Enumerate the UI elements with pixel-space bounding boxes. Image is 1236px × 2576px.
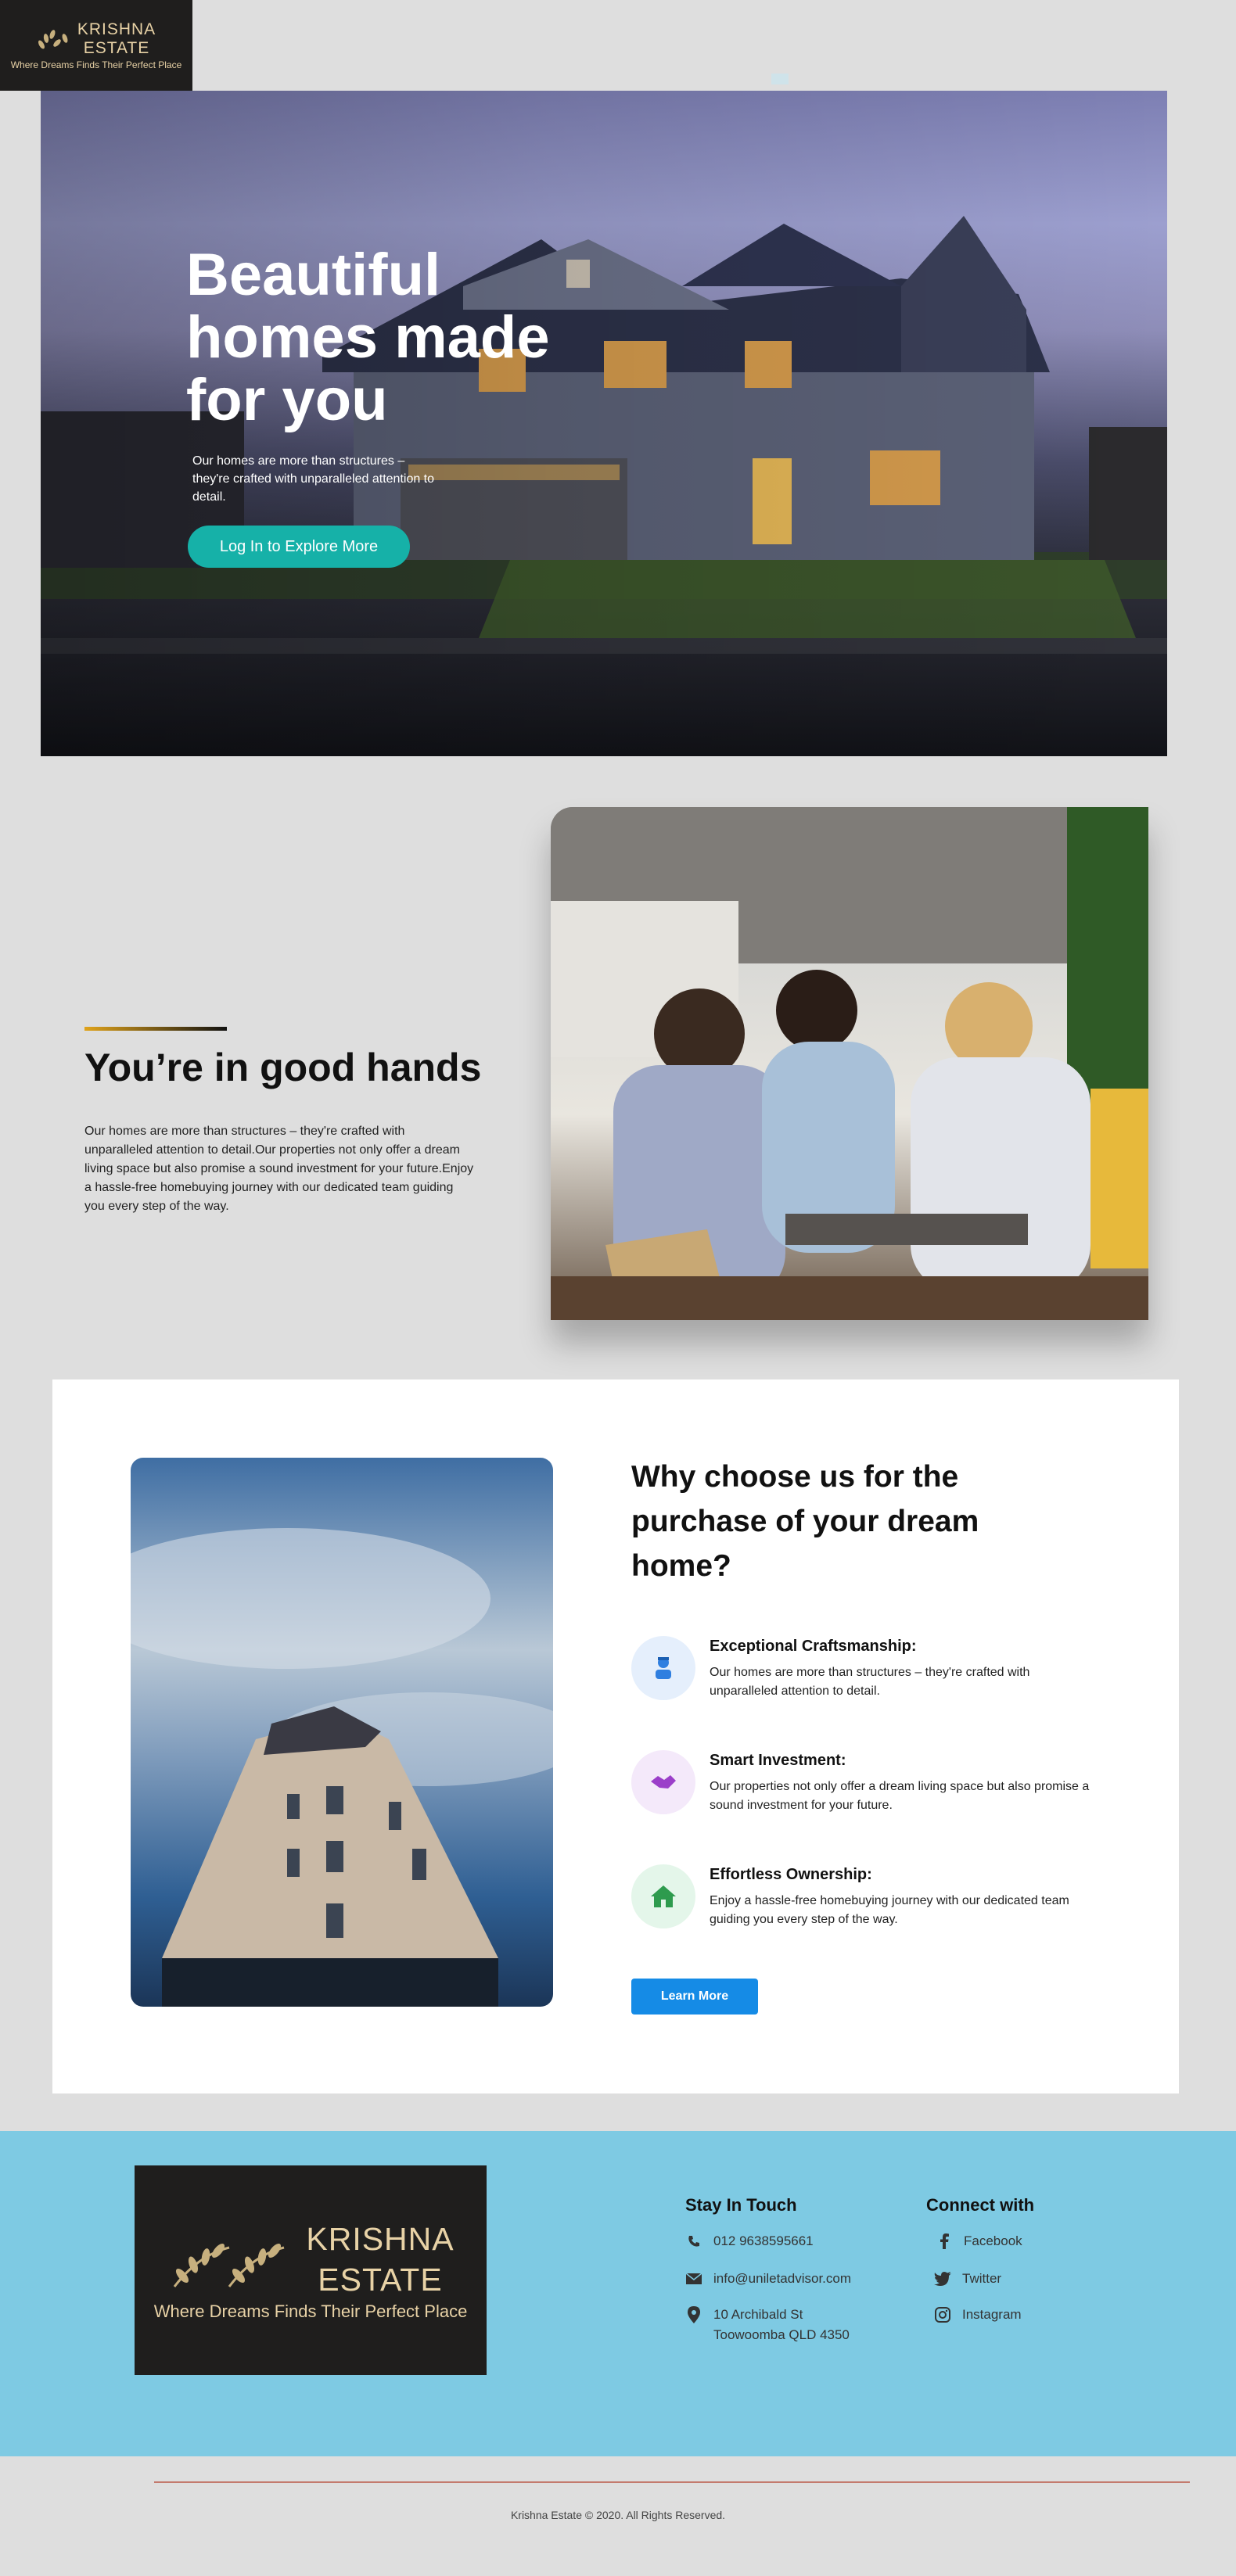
handshake-icon bbox=[631, 1750, 695, 1814]
phone-icon bbox=[685, 2231, 702, 2251]
feature-investment: Smart Investment: Our properties not onl… bbox=[631, 1750, 1101, 1815]
location-pin-icon bbox=[685, 2305, 702, 2325]
laurel-icon bbox=[38, 30, 68, 49]
footer-divider bbox=[154, 2481, 1190, 2483]
brand-name-line2: ESTATE bbox=[83, 39, 150, 57]
feature-title: Effortless Ownership: bbox=[710, 1866, 872, 1883]
facebook-link[interactable]: Facebook bbox=[964, 2231, 1022, 2251]
twitter-icon bbox=[934, 2269, 951, 2289]
brand-name-line1: KRISHNA bbox=[306, 2221, 455, 2257]
laurel-icon bbox=[174, 2243, 285, 2287]
email-text: info@uniletadvisor.com bbox=[713, 2271, 852, 2286]
footer-phone[interactable]: 012 9638595661 bbox=[685, 2231, 814, 2251]
header-logo[interactable]: KRISHNA ESTATE Where Dreams Finds Their … bbox=[0, 0, 192, 91]
family-photo bbox=[551, 807, 1148, 1320]
footer-logo[interactable]: KRISHNA ESTATE Where Dreams Finds Their … bbox=[135, 2165, 487, 2375]
feature-text: Enjoy a hassle-free homebuying journey w… bbox=[710, 1894, 1069, 1926]
decorative-square bbox=[771, 74, 789, 84]
building-photo bbox=[131, 1458, 553, 2007]
footer-address: 10 Archibald St Toowoomba QLD 4350 bbox=[685, 2305, 850, 2345]
login-explore-button[interactable]: Log In to Explore More bbox=[188, 526, 410, 568]
feature-craftsmanship: Exceptional Craftsmanship: Our homes are… bbox=[631, 1636, 1101, 1701]
brand-tagline: Where Dreams Finds Their Perfect Place bbox=[153, 2302, 468, 2321]
brand-name-line2: ESTATE bbox=[318, 2262, 443, 2298]
address-line2: Toowoomba QLD 4350 bbox=[713, 2327, 850, 2342]
brand-name-line1: KRISHNA bbox=[77, 20, 156, 38]
instagram-icon bbox=[934, 2305, 951, 2325]
learn-more-button[interactable]: Learn More bbox=[631, 1979, 758, 2015]
copyright: Krishna Estate © 2020. All Rights Reserv… bbox=[510, 2509, 726, 2521]
phone-text: 012 9638595661 bbox=[713, 2233, 814, 2248]
feature-title: Exceptional Craftsmanship: bbox=[710, 1638, 917, 1655]
stay-in-touch-heading: Stay In Touch bbox=[685, 2195, 797, 2215]
feature-ownership: Effortless Ownership: Enjoy a hassle-fre… bbox=[631, 1864, 1101, 1929]
mail-icon bbox=[685, 2269, 702, 2289]
home-icon bbox=[631, 1864, 695, 1928]
good-hands-title: You’re in good hands bbox=[84, 1046, 482, 1089]
accent-bar bbox=[84, 1027, 227, 1031]
hero-section: Beautiful homes made for you Our homes a… bbox=[41, 91, 1167, 756]
social-twitter[interactable]: Twitter bbox=[934, 2269, 1001, 2289]
worker-icon bbox=[631, 1636, 695, 1700]
instagram-link[interactable]: Instagram bbox=[962, 2305, 1022, 2325]
good-hands-text: Our homes are more than structures – the… bbox=[84, 1125, 474, 1213]
feature-title: Smart Investment: bbox=[710, 1752, 846, 1769]
brand-name: KRISHNA ESTATE bbox=[77, 20, 156, 58]
footer: KRISHNA ESTATE Where Dreams Finds Their … bbox=[0, 2131, 1236, 2456]
why-title: Why choose us for the purchase of your d… bbox=[631, 1460, 979, 1583]
address-line1: 10 Archibald St bbox=[713, 2307, 803, 2322]
feature-text: Our properties not only offer a dream li… bbox=[710, 1780, 1090, 1812]
feature-text: Our homes are more than structures – the… bbox=[710, 1666, 1030, 1698]
facebook-icon bbox=[936, 2231, 953, 2251]
brand-name: KRISHNA ESTATE bbox=[306, 2219, 454, 2300]
people-illustration bbox=[551, 807, 1148, 1320]
hero-title: Beautiful homes made for you bbox=[186, 242, 550, 433]
social-instagram[interactable]: Instagram bbox=[934, 2305, 1022, 2325]
building-illustration bbox=[131, 1528, 553, 2007]
brand-tagline: Where Dreams Finds Their Perfect Place bbox=[10, 59, 182, 70]
hero-subtitle: Our homes are more than structures – the… bbox=[192, 454, 435, 504]
why-choose-section: Why choose us for the purchase of your d… bbox=[52, 1379, 1179, 2093]
twitter-link[interactable]: Twitter bbox=[962, 2269, 1001, 2289]
footer-email[interactable]: info@uniletadvisor.com bbox=[685, 2269, 851, 2289]
connect-with-heading: Connect with bbox=[926, 2195, 1035, 2215]
social-facebook[interactable]: Facebook bbox=[936, 2231, 1022, 2251]
